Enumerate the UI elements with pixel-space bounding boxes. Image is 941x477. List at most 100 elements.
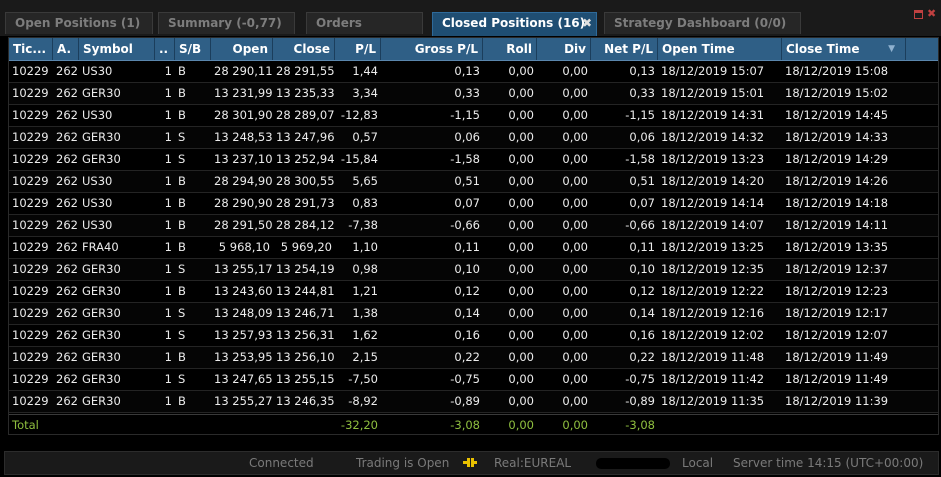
- cell-gross-pl: 0,06: [454, 130, 480, 144]
- cell-account: 262: [56, 394, 78, 408]
- status-bar: Connected Trading is Open Real:EUREAL Lo…: [4, 451, 939, 475]
- table-row[interactable]: 10229 262 US30 1 B 28 291,50 28 284,12 -7,38 -0,…: [9, 215, 938, 237]
- tab-summary[interactable]: Summary (-0,77): [158, 12, 295, 34]
- cell-roll: 0,00: [508, 196, 534, 210]
- tab-strategy-dashboard[interactable]: Strategy Dashboard (0/0): [604, 12, 801, 34]
- col-header-roll[interactable]: Roll: [483, 38, 537, 60]
- cell-amount: 1: [164, 306, 172, 320]
- col-header-account[interactable]: A.: [53, 38, 79, 60]
- cell-account: 262: [56, 152, 78, 166]
- cell-symbol: GER30: [82, 130, 121, 144]
- cell-div: 0,00: [562, 350, 588, 364]
- cell-close: 13 235,33: [276, 86, 335, 100]
- table-row[interactable]: 10229 262 US30 1 B 28 290,11 28 291,55 1,44 0,13…: [9, 61, 938, 83]
- cell-open-time: 18/12/2019 15:01: [661, 86, 765, 100]
- cell-pl: 1,10: [352, 240, 378, 254]
- cell-div: 0,00: [562, 86, 588, 100]
- cell-open-time: 18/12/2019 11:48: [661, 350, 765, 364]
- cell-account: 262: [56, 240, 78, 254]
- cell-open: 13 247,65: [214, 372, 273, 386]
- table-row[interactable]: 10229 262 US30 1 B 28 294,90 28 300,55 5,65 0,51…: [9, 171, 938, 193]
- tab-label: Closed Positions (16): [442, 16, 586, 30]
- window-controls: ✖: [914, 8, 936, 24]
- cell-open: 13 248,09: [214, 306, 273, 320]
- table-row[interactable]: 10229 262 GER30 1 B 13 253,95 13 256,10 2,15 0,2…: [9, 347, 938, 369]
- col-header-ticket[interactable]: Tic...: [9, 38, 53, 60]
- cell-pl: -8,92: [348, 394, 378, 408]
- cell-amount: 1: [164, 240, 172, 254]
- col-header-net-pl[interactable]: Net P/L: [591, 38, 658, 60]
- table-row[interactable]: 10229 262 US30 1 B 28 301,90 28 289,07 -12,83 -1…: [9, 105, 938, 127]
- totals-row: Total -32,20 -3,08 0,00 0,00 -3,08: [9, 414, 938, 435]
- cell-div: 0,00: [562, 306, 588, 320]
- cell-open: 5 968,10: [218, 240, 270, 254]
- cell-symbol: GER30: [82, 394, 121, 408]
- cell-net-pl: 0,13: [629, 64, 655, 78]
- minimize-icon[interactable]: [914, 10, 923, 19]
- cell-account: 262: [56, 350, 78, 364]
- col-header-open[interactable]: Open: [211, 38, 273, 60]
- cell-close-time: 18/12/2019 11:49: [785, 372, 889, 386]
- table-row[interactable]: 10229 262 US30 1 B 28 290,90 28 291,73 0,83 0,07…: [9, 193, 938, 215]
- col-header-symbol[interactable]: Symbol: [79, 38, 155, 60]
- close-window-icon[interactable]: ✖: [927, 8, 936, 19]
- col-header-amount[interactable]: ..: [155, 38, 175, 60]
- locale-label: Local: [682, 456, 714, 470]
- cell-roll: 0,00: [508, 262, 534, 276]
- cell-side: B: [178, 108, 186, 122]
- col-header-side[interactable]: S/B: [175, 38, 211, 60]
- col-header-div[interactable]: Div: [537, 38, 591, 60]
- cell-div: 0,00: [562, 328, 588, 342]
- cell-open: 28 290,11: [214, 64, 273, 78]
- cell-div: 0,00: [562, 394, 588, 408]
- cell-open: 13 248,53: [214, 130, 273, 144]
- table-row[interactable]: 10229 262 GER30 1 S 13 237,10 13 252,94 -15,84 -…: [9, 149, 938, 171]
- cell-gross-pl: 0,11: [454, 240, 480, 254]
- col-header-close-time[interactable]: Close Time ▼: [782, 38, 906, 60]
- cell-gross-pl: -1,58: [450, 152, 480, 166]
- total-div: 0,00: [562, 418, 588, 432]
- cell-symbol: GER30: [82, 372, 121, 386]
- cell-amount: 1: [164, 262, 172, 276]
- table-row[interactable]: 10229 262 GER30 1 S 13 257,93 13 256,31 1,62 0,1…: [9, 325, 938, 347]
- tab-orders[interactable]: Orders: [306, 12, 423, 34]
- cell-open-time: 18/12/2019 12:02: [661, 328, 765, 342]
- total-pl: -32,20: [340, 418, 378, 432]
- cell-div: 0,00: [562, 372, 588, 386]
- cell-account: 262: [56, 328, 78, 342]
- table-row[interactable]: 10229 262 GER30 1 S 13 255,17 13 254,19 0,98 0,1…: [9, 259, 938, 281]
- tab-close-icon[interactable]: ✖: [582, 13, 592, 34]
- cell-close-time: 18/12/2019 12:17: [785, 306, 889, 320]
- cell-close: 13 244,81: [276, 284, 335, 298]
- col-header-close[interactable]: Close: [273, 38, 335, 60]
- tab-open-positions[interactable]: Open Positions (1): [5, 12, 153, 34]
- cell-symbol: GER30: [82, 262, 121, 276]
- cell-open: 13 255,27: [214, 394, 273, 408]
- cell-roll: 0,00: [508, 394, 534, 408]
- cell-close-time: 18/12/2019 14:11: [785, 218, 889, 232]
- cell-roll: 0,00: [508, 350, 534, 364]
- table-row[interactable]: 10229 262 GER30 1 S 13 248,09 13 246,71 1,38 0,1…: [9, 303, 938, 325]
- table-row[interactable]: 10229 262 GER30 1 S 13 247,65 13 255,15 -7,50 -0…: [9, 369, 938, 391]
- table-row[interactable]: 10229 262 FRA40 1 B 5 968,10 5 969,20 1,10 0,11 0…: [9, 237, 938, 259]
- cell-ticket: 10229: [12, 394, 49, 408]
- col-header-pl[interactable]: P/L: [335, 38, 381, 60]
- cell-net-pl: 0,12: [629, 284, 655, 298]
- col-header-open-time[interactable]: Open Time: [658, 38, 782, 60]
- cell-symbol: GER30: [82, 306, 121, 320]
- table-row[interactable]: 10229 262 GER30 1 B 13 231,99 13 235,33 3,34 0,3…: [9, 83, 938, 105]
- tab-closed-positions[interactable]: Closed Positions (16) ✖: [432, 12, 597, 36]
- cell-close-time: 18/12/2019 15:08: [785, 64, 889, 78]
- cell-account: 262: [56, 284, 78, 298]
- cell-close: 13 254,19: [276, 262, 335, 276]
- cell-roll: 0,00: [508, 328, 534, 342]
- total-label: Total: [12, 418, 39, 432]
- cell-amount: 1: [164, 394, 172, 408]
- cell-close-time: 18/12/2019 11:49: [785, 350, 889, 364]
- table-row[interactable]: 10229 262 GER30 1 B 13 243,60 13 244,81 1,21 0,1…: [9, 281, 938, 303]
- tab-label: Summary (-0,77): [168, 16, 282, 30]
- table-row[interactable]: 10229 262 GER30 1 B 13 255,27 13 246,35 -8,92 -0…: [9, 391, 938, 413]
- table-row[interactable]: 10229 262 GER30 1 S 13 248,53 13 247,96 0,57 0,0…: [9, 127, 938, 149]
- cell-gross-pl: 0,10: [454, 262, 480, 276]
- col-header-gross-pl[interactable]: Gross P/L: [381, 38, 483, 60]
